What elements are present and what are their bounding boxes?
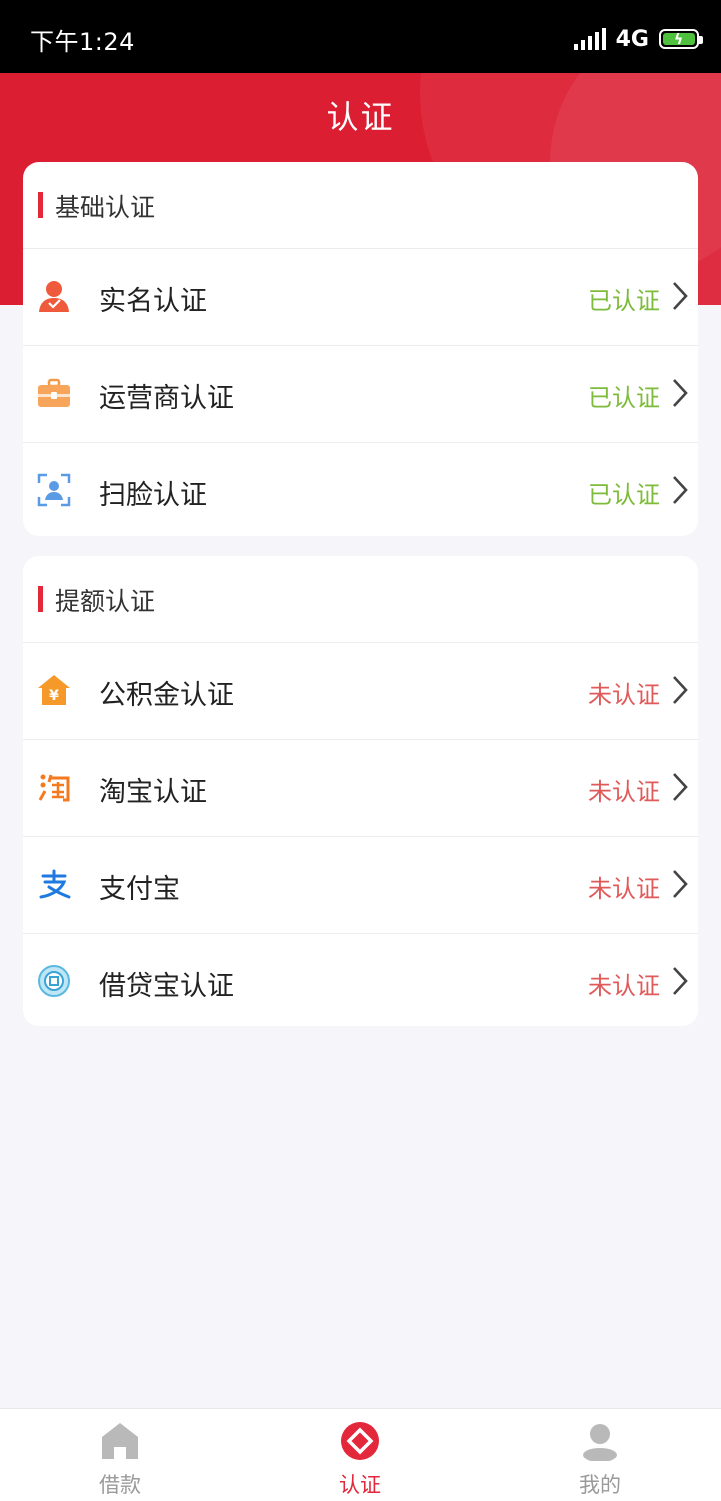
section-marker [38, 586, 43, 612]
briefcase-icon [38, 378, 70, 407]
status-bar: 下午1:24 4G ϟ [0, 0, 721, 73]
network-label: 4G [615, 26, 649, 52]
verify-row-real-name[interactable]: 实名认证 已认证 [23, 249, 698, 346]
verify-row-housing-fund[interactable]: ¥ 公积金认证 未认证 [23, 643, 698, 740]
tab-loan[interactable]: 借款 [60, 1409, 180, 1501]
section-title: 提额认证 [55, 587, 156, 616]
svg-text:¥: ¥ [49, 688, 59, 704]
row-label: 淘宝认证 [99, 777, 207, 808]
housing-fund-icon: ¥ [38, 675, 70, 705]
row-label: 借贷宝认证 [99, 971, 234, 1002]
watermark-logo: 卡农社区 [625, 1420, 710, 1486]
tab-verify[interactable]: 认证 [300, 1409, 420, 1501]
row-label: 扫脸认证 [99, 480, 207, 511]
limit-verification-card: 提额认证 ¥ 公积金认证 未认证 淘宝认证 未认证 支付宝 未认证 借贷宝认证 … [23, 556, 698, 1026]
status-time: 下午1:24 [30, 28, 135, 56]
user-icon [583, 1424, 617, 1461]
chevron-right-icon [673, 967, 688, 995]
row-label: 公积金认证 [99, 680, 234, 711]
chevron-right-icon [673, 773, 688, 801]
verify-icon [341, 1422, 379, 1460]
alipay-icon [39, 869, 71, 899]
chevron-right-icon [673, 476, 688, 504]
person-icon [39, 281, 69, 312]
bottom-tab-bar: 借款 认证 我的 [0, 1408, 721, 1501]
jiedaibao-icon [38, 965, 70, 997]
signal-icon [573, 28, 606, 50]
verify-row-face-scan[interactable]: 扫脸认证 已认证 [23, 443, 698, 536]
verify-row-alipay[interactable]: 支付宝 未认证 [23, 837, 698, 934]
status-badge: 已认证 [588, 481, 660, 509]
chevron-right-icon [673, 379, 688, 407]
tab-label: 借款 [99, 1473, 141, 1497]
row-label: 运营商认证 [99, 383, 234, 414]
page-title: 认证 [326, 98, 395, 136]
section-title: 基础认证 [55, 193, 156, 222]
status-badge: 未认证 [588, 875, 660, 903]
chevron-right-icon [673, 870, 688, 898]
row-label: 支付宝 [99, 874, 180, 905]
taobao-icon [38, 774, 70, 802]
battery-icon: ϟ [659, 29, 703, 49]
section-header: 基础认证 [23, 162, 698, 249]
status-badge: 未认证 [588, 778, 660, 806]
home-icon [102, 1423, 138, 1459]
status-icons: 4G ϟ [573, 24, 703, 54]
verify-row-jiedaibao[interactable]: 借贷宝认证 未认证 [23, 934, 698, 1026]
verify-row-taobao[interactable]: 淘宝认证 未认证 [23, 740, 698, 837]
row-label: 实名认证 [99, 286, 207, 317]
status-badge: 未认证 [588, 972, 660, 1000]
face-scan-icon [37, 473, 71, 507]
status-badge: 已认证 [588, 384, 660, 412]
section-marker [38, 192, 43, 218]
basic-verification-card: 基础认证 实名认证 已认证 运营商认证 已认证 扫脸认证 已认证 [23, 162, 698, 536]
status-badge: 已认证 [588, 287, 660, 315]
status-badge: 未认证 [588, 681, 660, 709]
chevron-right-icon [673, 676, 688, 704]
chevron-right-icon [673, 282, 688, 310]
svg-text:卡农社区: 卡农社区 [626, 1420, 710, 1485]
section-header: 提额认证 [23, 556, 698, 643]
tab-label: 认证 [339, 1473, 381, 1497]
verify-row-carrier[interactable]: 运营商认证 已认证 [23, 346, 698, 443]
